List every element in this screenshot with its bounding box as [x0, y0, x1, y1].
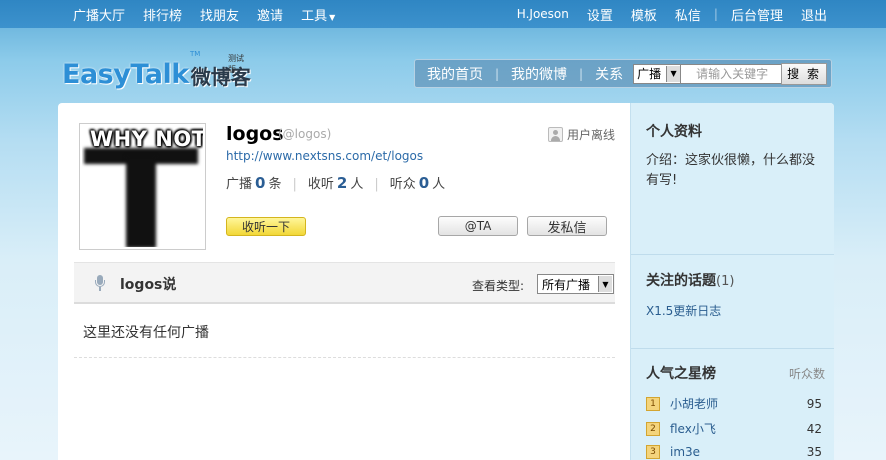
- avatar[interactable]: WHY NOT: [79, 123, 206, 250]
- site-logo[interactable]: EasyTalk 微博客 TM 测试版: [62, 50, 251, 90]
- sidebar-profile-title: 个人资料: [646, 124, 702, 140]
- sidebar-divider: [631, 254, 834, 255]
- view-type-value: 所有广播: [542, 277, 591, 292]
- rank-name[interactable]: flex小飞: [670, 420, 716, 437]
- stat-divider: |: [292, 177, 297, 192]
- sidebar-intro: 介绍：这家伙很懒，什么都没有写!: [646, 153, 816, 188]
- stat-following-value: 2: [336, 174, 348, 192]
- search-scope-value: 广播: [637, 67, 662, 81]
- stat-broadcast-value: 0: [255, 174, 266, 192]
- profile-handle: (@logos): [278, 127, 332, 141]
- rank-badge: 3: [646, 445, 660, 459]
- avatar-image: WHY NOT: [82, 126, 203, 247]
- online-status-label: 用户离线: [567, 128, 616, 142]
- rank-value: 42: [806, 421, 822, 436]
- view-type-select[interactable]: 所有广播 ▼: [537, 274, 614, 294]
- nav-find-friends[interactable]: 找朋友: [200, 5, 239, 24]
- feed-title: logos说: [120, 277, 177, 293]
- rank-value: 35: [806, 445, 822, 459]
- stat-broadcast[interactable]: 广播 0 条: [226, 173, 281, 192]
- online-status: 用户离线: [548, 126, 615, 143]
- rank-name[interactable]: im3e: [670, 445, 700, 459]
- chevron-down-icon: ▼: [598, 276, 612, 292]
- stat-followers-label: 听众: [389, 177, 416, 192]
- rank-name[interactable]: 小胡老师: [670, 395, 718, 412]
- feed-header: logos说 查看类型: 所有广播 ▼: [74, 262, 615, 304]
- sidebar-stars-title: 人气之星榜: [646, 366, 716, 382]
- profile-stats: 广播 0 条 | 收听 2 人 | 听众 0 人: [226, 173, 445, 192]
- header-menu: 我的首页 | 我的微博 | 关系 广播 ▼ 请输入关键字 搜 索: [414, 59, 832, 88]
- rank-badge: 1: [646, 396, 660, 411]
- nav-logout[interactable]: 退出: [801, 5, 827, 24]
- menu-relations[interactable]: 关系: [583, 64, 623, 84]
- nav-username[interactable]: H.Joeson: [517, 7, 569, 21]
- stat-divider: |: [374, 177, 379, 192]
- stat-followers[interactable]: 听众 0 人: [390, 173, 445, 192]
- feed-divider: [74, 357, 615, 358]
- nav-tools-label: 工具: [301, 8, 328, 24]
- stat-broadcast-unit: 条: [268, 177, 282, 192]
- nav-templates[interactable]: 模板: [631, 5, 657, 24]
- stat-broadcast-label: 广播: [226, 177, 253, 192]
- nav-tools[interactable]: 工具 ▼: [301, 5, 335, 24]
- search-scope-select[interactable]: 广播 ▼: [633, 63, 682, 84]
- feed-empty-text: 这里还没有任何广播: [83, 325, 209, 341]
- logo-tm: TM: [190, 50, 201, 58]
- rank-value: 95: [806, 396, 822, 411]
- sidebar-divider: [631, 348, 834, 349]
- nav-admin[interactable]: 后台管理: [731, 5, 783, 24]
- logo-beta-badge: 测试版: [228, 54, 244, 74]
- chevron-down-icon: ▼: [666, 65, 681, 82]
- top-nav-right: H.Joeson 设置 模板 私信 | 后台管理 退出: [508, 0, 836, 28]
- sidebar-topics-count: (1): [716, 274, 735, 289]
- microphone-icon: [95, 275, 105, 291]
- top-nav: 广播大厅 排行榜 找朋友 邀请 工具 ▼ H.Joeson 设置 模板 私信 | …: [0, 0, 886, 28]
- sidebar-stars-subtitle: 听众数: [789, 367, 826, 381]
- logo-text: EasyTalk: [62, 59, 189, 90]
- stat-following[interactable]: 收听 2 人: [308, 173, 363, 192]
- sidebar-topics-title: 关注的话题(1): [646, 270, 734, 290]
- star-rank-item[interactable]: 2 flex小飞 42: [646, 420, 822, 437]
- nav-divider: |: [713, 7, 718, 21]
- nav-broadcast-hall[interactable]: 广播大厅: [73, 5, 125, 24]
- search-input[interactable]: 请输入关键字: [681, 63, 782, 84]
- nav-settings[interactable]: 设置: [587, 5, 613, 24]
- profile-url[interactable]: http://www.nextsns.com/et/logos: [226, 149, 423, 163]
- private-message-button[interactable]: 发私信: [527, 216, 607, 236]
- stat-followers-unit: 人: [432, 177, 446, 192]
- follow-button[interactable]: 收听一下: [226, 217, 306, 236]
- star-rank-item[interactable]: 3 im3e 35: [646, 445, 822, 459]
- sidebar-topics-title-label: 关注的话题: [646, 273, 716, 289]
- stat-followers-value: 0: [418, 174, 430, 192]
- menu-my-weibo[interactable]: 我的微博: [499, 64, 579, 84]
- stat-following-unit: 人: [350, 177, 364, 192]
- mention-button[interactable]: @TA: [438, 216, 518, 236]
- rank-badge: 2: [646, 421, 660, 436]
- stat-following-label: 收听: [307, 177, 334, 192]
- nav-invite[interactable]: 邀请: [257, 5, 283, 24]
- menu-my-home[interactable]: 我的首页: [415, 64, 495, 84]
- avatar-t-stem: [126, 156, 156, 247]
- chevron-down-icon: ▼: [329, 12, 336, 22]
- sidebar-topic-link[interactable]: X1.5更新日志: [646, 302, 721, 319]
- nav-messages[interactable]: 私信: [675, 5, 701, 24]
- user-icon: [548, 127, 563, 142]
- top-nav-left: 广播大厅 排行榜 找朋友 邀请 工具 ▼: [64, 0, 344, 28]
- star-rank-item[interactable]: 1 小胡老师 95: [646, 395, 822, 412]
- avatar-caption: WHY NOT: [90, 127, 203, 151]
- view-type-label: 查看类型:: [472, 279, 525, 293]
- search-button[interactable]: 搜 索: [781, 62, 828, 85]
- nav-rankings[interactable]: 排行榜: [143, 5, 182, 24]
- profile-name: logos: [226, 123, 284, 145]
